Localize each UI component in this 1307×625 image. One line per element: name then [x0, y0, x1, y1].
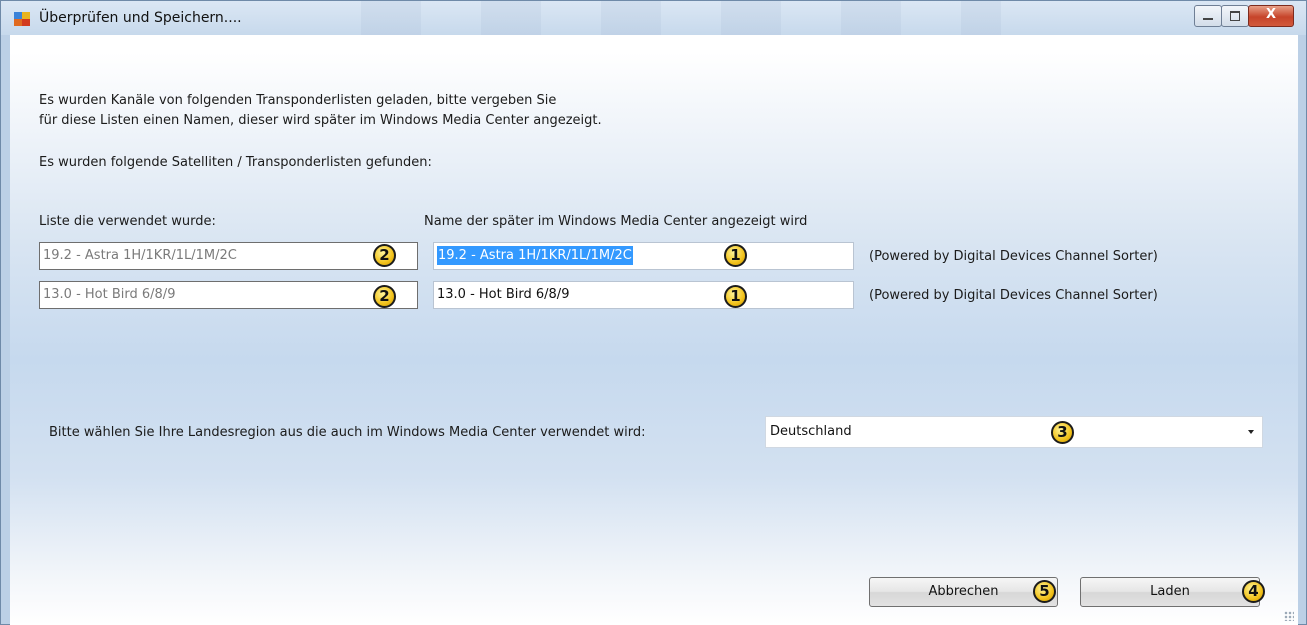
found-label: Es wurden folgende Satelliten / Transpon…: [39, 155, 432, 170]
badge-4-icon: 4: [1242, 580, 1265, 603]
intro-line-1: Es wurden Kanäle von folgenden Transpond…: [39, 93, 557, 108]
badge-2-icon: 2: [373, 244, 396, 267]
cancel-button-label: Abbrechen: [928, 584, 999, 599]
region-select[interactable]: Deutschland: [765, 416, 1263, 448]
source-list-field: 19.2 - Astra 1H/1KR/1L/1M/2C: [39, 242, 418, 270]
region-selected-value: Deutschland: [770, 424, 852, 439]
load-button-label: Laden: [1150, 584, 1190, 599]
source-list-value: 19.2 - Astra 1H/1KR/1L/1M/2C: [43, 248, 237, 263]
dropdown-arrow-icon[interactable]: [1248, 430, 1254, 434]
badge-5-icon: 5: [1033, 580, 1056, 603]
dialog-window: Überprüfen und Speichern.... X Es wurden…: [0, 0, 1307, 625]
source-list-value: 13.0 - Hot Bird 6/8/9: [43, 287, 176, 302]
window-controls: X: [1194, 5, 1294, 27]
maximize-button[interactable]: [1221, 5, 1249, 27]
window-title: Überprüfen und Speichern....: [39, 10, 242, 26]
title-bar[interactable]: Überprüfen und Speichern.... X: [1, 1, 1306, 35]
source-column-header: Liste die verwendet wurde:: [39, 214, 216, 229]
maximize-icon: [1230, 11, 1240, 21]
display-name-input[interactable]: 13.0 - Hot Bird 6/8/9: [433, 281, 854, 309]
load-button[interactable]: Laden: [1080, 577, 1260, 607]
close-icon: X: [1265, 7, 1277, 22]
minimize-icon: [1203, 18, 1213, 20]
cancel-button[interactable]: Abbrechen: [869, 577, 1058, 607]
display-name-input[interactable]: 19.2 - Astra 1H/1KR/1L/1M/2C: [433, 242, 854, 270]
badge-1-icon: 1: [724, 285, 747, 308]
display-name-value: 19.2 - Astra 1H/1KR/1L/1M/2C: [437, 246, 633, 265]
dialog-client-area: Es wurden Kanäle von folgenden Transpond…: [10, 35, 1298, 625]
region-label: Bitte wählen Sie Ihre Landesregion aus d…: [49, 425, 646, 440]
powered-by-note: (Powered by Digital Devices Channel Sort…: [869, 288, 1158, 303]
name-column-header: Name der später im Windows Media Center …: [424, 214, 808, 229]
close-button[interactable]: X: [1248, 5, 1294, 27]
intro-line-2: für diese Listen einen Namen, dieser wir…: [39, 113, 602, 128]
source-list-field: 13.0 - Hot Bird 6/8/9: [39, 281, 418, 309]
badge-1-icon: 1: [724, 244, 747, 267]
resize-grip-icon[interactable]: [1284, 611, 1294, 621]
badge-3-icon: 3: [1051, 421, 1074, 444]
app-icon: [14, 12, 30, 26]
powered-by-note: (Powered by Digital Devices Channel Sort…: [869, 249, 1158, 264]
minimize-button[interactable]: [1194, 5, 1222, 27]
badge-2-icon: 2: [373, 285, 396, 308]
background-window-ghost: [301, 1, 1001, 35]
display-name-value: 13.0 - Hot Bird 6/8/9: [437, 287, 570, 302]
